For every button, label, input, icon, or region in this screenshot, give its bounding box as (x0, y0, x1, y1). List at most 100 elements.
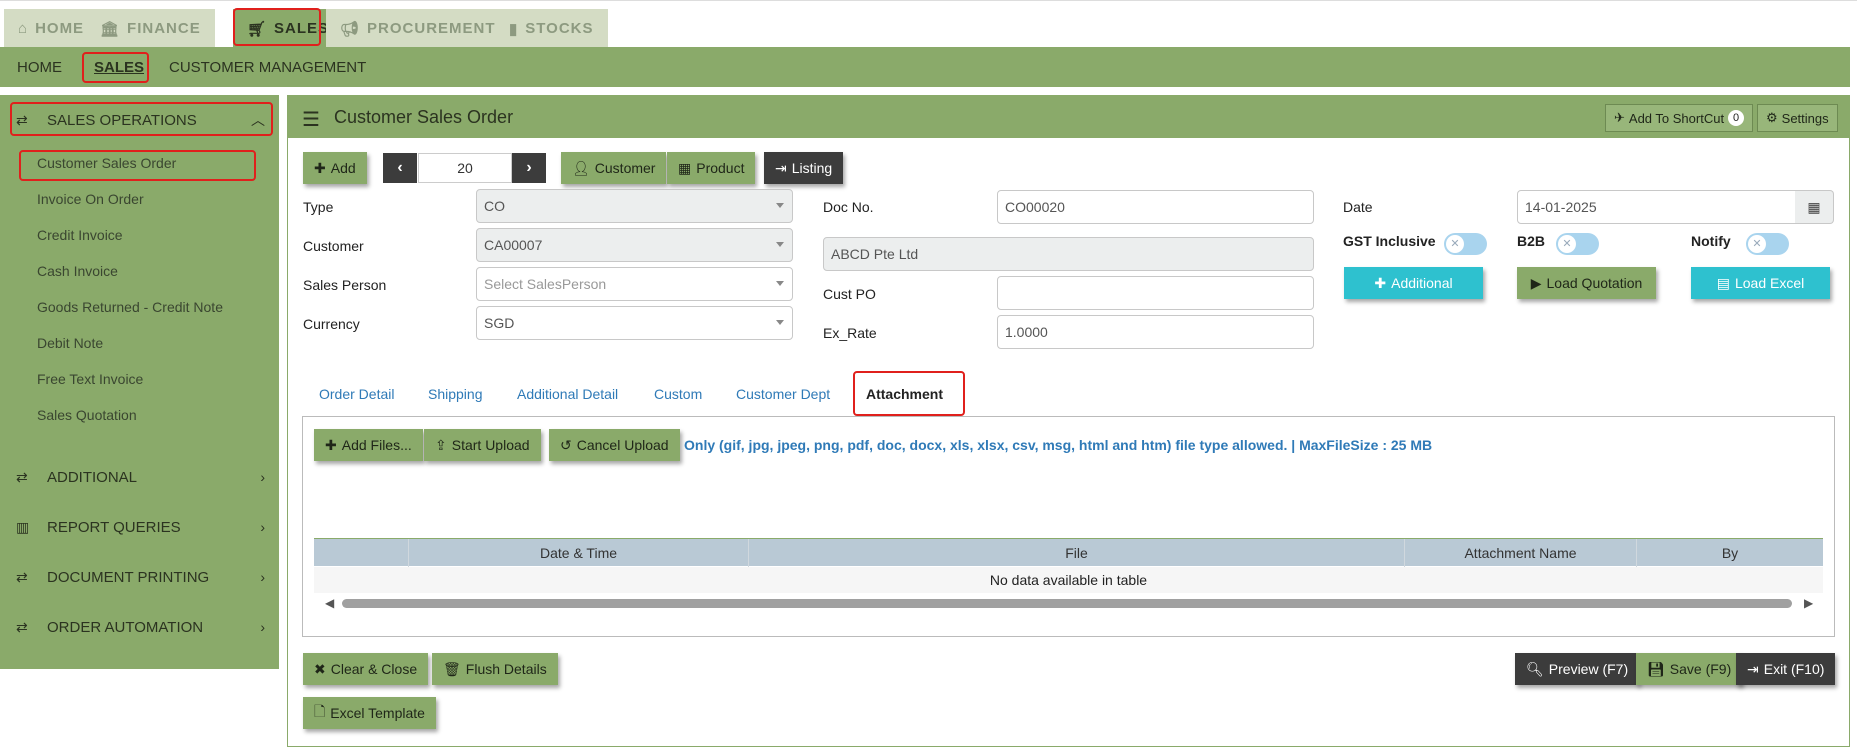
sidebar-section-report-queries[interactable]: ▥ REPORT QUERIES › (0, 507, 279, 547)
tab-custom[interactable]: Custom (654, 386, 702, 408)
user-icon: 👤︎ (572, 159, 590, 176)
exchange-icon: ⇄ (16, 111, 28, 128)
add-button[interactable]: ✚ Add (303, 152, 367, 184)
file-icon: 🗋 (314, 703, 326, 719)
exrate-label: Ex_Rate (823, 325, 877, 341)
exrate-input[interactable]: 1.0000 (997, 315, 1314, 349)
settings-button[interactable]: ⚙ Settings (1757, 104, 1838, 132)
add-files-button[interactable]: ✚ Add Files... (314, 429, 423, 461)
sidebar-section-additional[interactable]: ⇄ ADDITIONAL › (0, 457, 279, 497)
currency-select[interactable]: SGD (476, 306, 793, 340)
home-icon: ⌂ (18, 20, 29, 37)
col-header-by[interactable]: By (1636, 539, 1823, 567)
bar-chart-icon: ▮ (509, 20, 519, 38)
scroll-right-icon[interactable]: ▶ (1804, 596, 1813, 610)
sidebar-item-sales-quotation[interactable]: Sales Quotation (37, 404, 137, 426)
module-tab-bar: ⌂ HOME 🏛︎ FINANCE 🛒︎ SALES 📢︎ PROCUREMENT ▮ S… (0, 0, 1857, 48)
start-upload-button[interactable]: ⇪ Start Upload (424, 429, 541, 461)
load-excel-button[interactable]: ▤ Load Excel (1691, 267, 1830, 299)
additional-button[interactable]: ✚ Additional (1344, 267, 1483, 299)
salesperson-label: Sales Person (303, 277, 387, 293)
col-header-attachment-name[interactable]: Attachment Name (1404, 539, 1636, 567)
preview-button[interactable]: 🔍︎ Preview (F7) (1515, 653, 1640, 685)
load-quotation-button[interactable]: ▶ Load Quotation (1517, 267, 1656, 299)
custpo-input[interactable] (997, 276, 1314, 310)
gst-inclusive-toggle[interactable]: ✕ (1444, 233, 1487, 255)
subnav-sales[interactable]: SALES (94, 47, 144, 87)
module-tab-stocks[interactable]: ▮ STOCKS (495, 9, 608, 48)
sidebar-section-sales-operations[interactable]: ⇄ SALES OPERATIONS ︿ (0, 100, 279, 140)
rocket-icon: ✈︎ (1614, 110, 1625, 125)
search-icon: 🔍︎ (1526, 660, 1544, 677)
product-button[interactable]: ▦ Product (667, 152, 756, 184)
chevron-left-icon: ‹ (397, 159, 403, 176)
calendar-icon[interactable]: ▦ (1795, 190, 1834, 224)
caret-down-icon (776, 242, 784, 247)
chevron-right-icon: › (526, 159, 532, 176)
play-circle-icon: ▶ (1530, 274, 1542, 291)
module-tab-procurement[interactable]: 📢︎ PROCUREMENT (326, 9, 510, 48)
file-type-note: Only (gif, jpg, jpeg, png, pdf, doc, doc… (684, 437, 1433, 453)
sign-out-icon: ⇥ (1747, 660, 1759, 677)
record-number-input[interactable]: 20 (418, 153, 512, 183)
notify-label: Notify (1691, 233, 1731, 249)
docno-input[interactable]: CO00020 (997, 190, 1314, 224)
tab-shipping[interactable]: Shipping (428, 386, 483, 408)
col-header-date-time[interactable]: Date & Time (408, 539, 748, 567)
horizontal-scrollbar[interactable]: ◀ ▶ (314, 595, 1823, 611)
sidebar-section-order-automation[interactable]: ⇄ ORDER AUTOMATION › (0, 607, 279, 647)
excel-template-button[interactable]: 🗋 Excel Template (303, 697, 436, 729)
tab-order-detail[interactable]: Order Detail (319, 386, 394, 408)
next-record-button[interactable]: › (512, 153, 546, 183)
col-header-file[interactable]: File (748, 539, 1404, 567)
clear-close-button[interactable]: ✖ Clear & Close (303, 653, 429, 685)
date-input[interactable]: 14-01-2025 (1517, 190, 1796, 224)
sidebar-item-invoice-on-order[interactable]: Invoice On Order (37, 188, 144, 210)
sidebar-item-free-text-invoice[interactable]: Free Text Invoice (37, 368, 143, 390)
upload-icon: ⇪ (435, 436, 447, 453)
type-select[interactable]: CO (476, 189, 793, 223)
tab-attachment[interactable]: Attachment (866, 386, 943, 408)
module-tab-home[interactable]: ⌂ HOME (4, 9, 99, 48)
subnav-customer-management[interactable]: CUSTOMER MANAGEMENT (169, 47, 366, 87)
caret-down-icon (776, 320, 784, 325)
customer-button[interactable]: 👤︎ Customer (561, 152, 667, 184)
exit-button[interactable]: ⇥ Exit (F10) (1736, 653, 1836, 685)
chevron-right-icon: › (260, 619, 265, 635)
trash-icon: 🗑︎ (443, 660, 461, 677)
plus-icon: ✚ (325, 436, 337, 453)
sidebar-item-debit-note[interactable]: Debit Note (37, 332, 103, 354)
chevron-right-icon: › (260, 469, 265, 485)
customer-select[interactable]: CA00007 (476, 228, 793, 262)
b2b-toggle[interactable]: ✕ (1556, 233, 1599, 255)
save-button[interactable]: 💾︎ Save (F9) (1636, 653, 1743, 685)
page-title: Customer Sales Order (334, 107, 514, 127)
sidebar-item-cash-invoice[interactable]: Cash Invoice (37, 260, 118, 282)
sidebar-section-document-printing[interactable]: ⇄ DOCUMENT PRINTING › (0, 557, 279, 597)
bank-icon: 🏛︎ (100, 20, 121, 38)
listing-button[interactable]: ⇥ Listing (764, 152, 844, 184)
plus-icon: ✚ (1374, 274, 1387, 291)
prev-record-button[interactable]: ‹ (383, 153, 417, 183)
flush-details-button[interactable]: 🗑︎ Flush Details (432, 653, 558, 685)
add-to-shortcut-button[interactable]: ✈︎ Add To ShortCut 0 (1605, 104, 1754, 132)
cancel-upload-button[interactable]: ↺ Cancel Upload (549, 429, 680, 461)
floppy-icon: 💾︎ (1647, 660, 1665, 677)
notify-toggle[interactable]: ✕ (1746, 233, 1789, 255)
scroll-left-icon[interactable]: ◀ (325, 596, 334, 610)
menu-icon[interactable]: ☰ (302, 107, 320, 132)
close-icon: ✕ (1558, 235, 1576, 253)
undo-icon: ↺ (560, 436, 572, 453)
subnav-home[interactable]: HOME (17, 47, 62, 87)
tab-customer-dept[interactable]: Customer Dept (736, 386, 830, 408)
sidebar-item-customer-sales-order[interactable]: Customer Sales Order (37, 152, 176, 174)
sidebar-item-goods-returned[interactable]: Goods Returned - Credit Note (37, 296, 223, 318)
date-label: Date (1343, 199, 1373, 215)
exchange-icon: ⇄ (16, 618, 28, 635)
tab-additional-detail[interactable]: Additional Detail (517, 386, 618, 408)
col-header-select (314, 539, 408, 567)
salesperson-select[interactable]: Select SalesPerson (476, 267, 793, 301)
scrollbar-thumb[interactable] (342, 599, 1792, 608)
module-tab-finance[interactable]: 🏛︎ FINANCE (86, 9, 215, 48)
sidebar-item-credit-invoice[interactable]: Credit Invoice (37, 224, 123, 246)
